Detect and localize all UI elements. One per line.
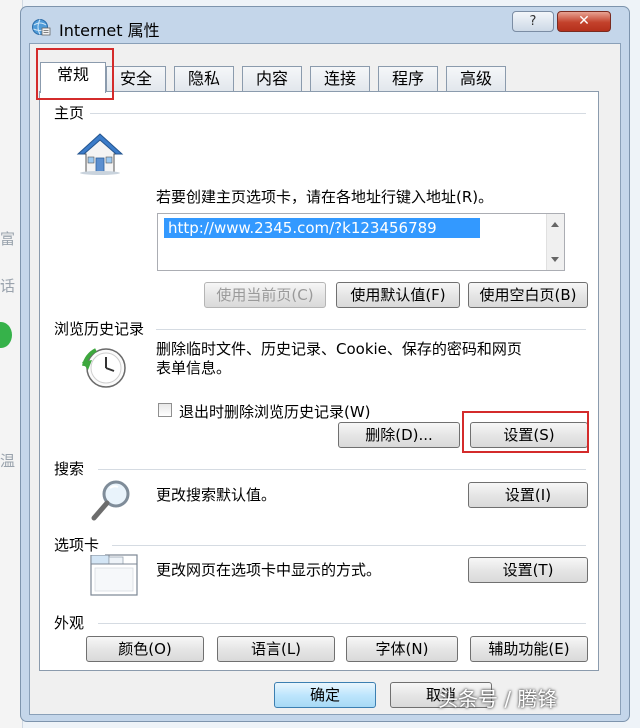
delete-history-button[interactable]: 删除(D)... xyxy=(338,422,460,448)
ok-button[interactable]: 确定 xyxy=(274,682,376,708)
background-text: 温 xyxy=(0,452,16,470)
use-current-page-button[interactable]: 使用当前页(C) xyxy=(204,282,326,308)
group-divider xyxy=(98,623,586,624)
tabs-settings-button[interactable]: 设置(T) xyxy=(468,557,588,583)
group-divider xyxy=(112,545,586,546)
tab-security[interactable]: 安全 xyxy=(106,66,166,92)
use-default-button[interactable]: 使用默认值(F) xyxy=(336,282,460,308)
watermark-text: 头条号 / 腾锋 xyxy=(438,687,558,711)
languages-button[interactable]: 语言(L) xyxy=(217,636,335,662)
colors-button[interactable]: 颜色(O) xyxy=(86,636,204,662)
tab-content[interactable]: 内容 xyxy=(242,66,302,92)
magnifier-icon xyxy=(91,480,130,521)
tab-highlight-annotation xyxy=(36,48,114,100)
search-description: 更改搜索默认值。 xyxy=(156,486,277,504)
background-green-icon xyxy=(0,322,12,348)
tab-connections[interactable]: 连接 xyxy=(310,66,370,92)
browsing-history-group-title: 浏览历史记录 xyxy=(54,318,151,339)
title-bar[interactable]: Internet 属性 ? ✕ xyxy=(21,7,629,45)
history-description-line1: 删除临时文件、历史记录、Cookie、保存的密码和网页 xyxy=(156,340,522,358)
tabs-group-title: 选项卡 xyxy=(54,534,106,555)
internet-options-dialog: Internet 属性 ? ✕ 常规 安全 隐私 内容 连接 程序 高级 主页 … xyxy=(20,6,630,722)
group-divider xyxy=(156,329,586,330)
search-group-title: 搜索 xyxy=(54,458,91,479)
accessibility-button[interactable]: 辅助功能(E) xyxy=(470,636,588,662)
tab-privacy[interactable]: 隐私 xyxy=(174,66,234,92)
history-clock-icon xyxy=(82,348,126,388)
dialog-client-area: 常规 安全 隐私 内容 连接 程序 高级 主页 若要创建主页选项卡，请在各地址行… xyxy=(29,43,621,715)
appearance-group-title: 外观 xyxy=(54,612,91,633)
background-text: 富 xyxy=(0,230,16,248)
use-blank-button[interactable]: 使用空白页(B) xyxy=(468,282,588,308)
home-page-url-textarea[interactable]: http://www.2345.com/?k123456789 xyxy=(157,213,565,271)
delete-history-on-exit-label[interactable]: 退出时删除浏览历史记录(W) xyxy=(179,401,371,422)
settings-highlight-annotation xyxy=(462,411,589,453)
search-settings-button[interactable]: 设置(I) xyxy=(468,482,588,508)
home-page-url-value: http://www.2345.com/?k123456789 xyxy=(164,218,480,238)
tab-programs[interactable]: 程序 xyxy=(378,66,438,92)
group-divider xyxy=(98,469,586,470)
url-scrollbar[interactable] xyxy=(546,214,564,270)
history-description-line2: 表单信息。 xyxy=(156,359,232,377)
close-button[interactable]: ✕ xyxy=(557,11,611,32)
group-divider xyxy=(90,113,586,114)
home-page-description: 若要创建主页选项卡，请在各地址行键入地址(R)。 xyxy=(156,188,494,206)
general-tab-panel: 主页 若要创建主页选项卡，请在各地址行键入地址(R)。 http://www.2… xyxy=(39,91,599,671)
scroll-down-icon[interactable] xyxy=(551,257,559,262)
help-button[interactable]: ? xyxy=(512,11,554,32)
fonts-button[interactable]: 字体(N) xyxy=(346,636,458,662)
tabs-description: 更改网页在选项卡中显示的方式。 xyxy=(156,561,382,579)
window-title: Internet 属性 xyxy=(59,21,160,40)
scroll-up-icon[interactable] xyxy=(551,222,559,227)
background-text: 话 xyxy=(0,277,16,295)
delete-history-on-exit-checkbox[interactable] xyxy=(158,403,172,417)
tabs-window-icon xyxy=(90,554,138,596)
internet-globe-icon xyxy=(32,19,51,36)
home-icon xyxy=(76,133,124,175)
tab-advanced[interactable]: 高级 xyxy=(446,66,506,92)
home-page-group-title: 主页 xyxy=(54,102,91,123)
